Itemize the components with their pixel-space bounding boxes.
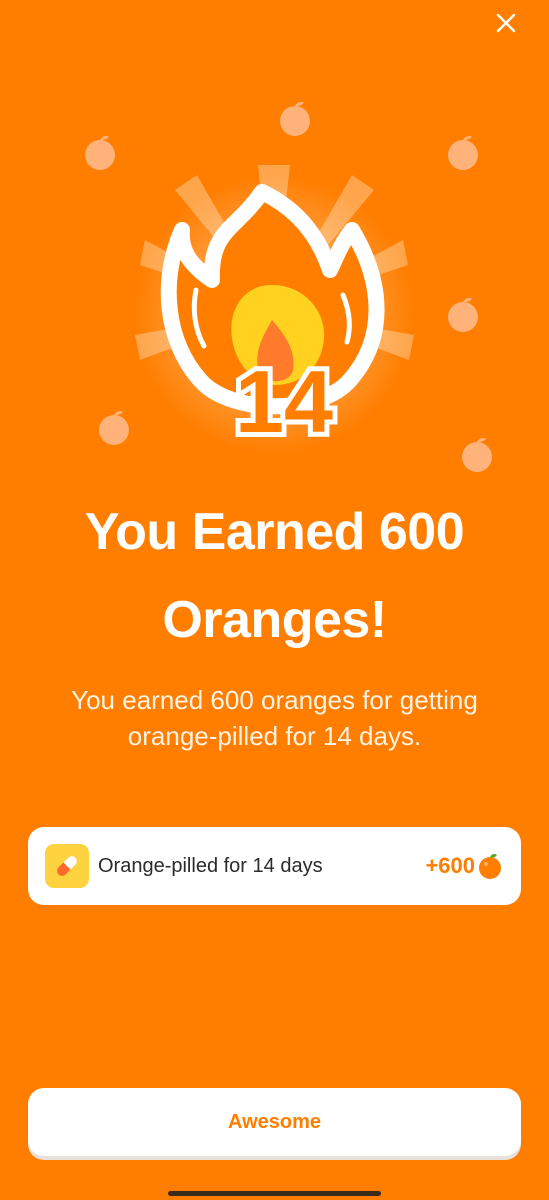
home-indicator <box>168 1191 381 1196</box>
flame-icon: 14 <box>134 165 414 456</box>
streak-number: 14 <box>235 352 333 451</box>
awesome-button[interactable]: Awesome <box>28 1088 521 1156</box>
close-icon <box>496 13 516 33</box>
reward-label: Orange-pilled for 14 days <box>98 854 323 877</box>
description: You earned 600 oranges for getting orang… <box>71 685 478 751</box>
reward-amount: +600 <box>425 853 475 878</box>
title-line-1: You Earned 600 <box>84 503 465 561</box>
title-line-2: Oranges! <box>162 591 387 649</box>
page-title: You Earned 600 Oranges! <box>0 488 549 664</box>
close-button[interactable] <box>491 8 521 38</box>
reward-card: Orange-pilled for 14 days +600 <box>28 827 521 905</box>
pill-icon-tile <box>45 844 89 888</box>
awesome-button-label: Awesome <box>227 1110 321 1133</box>
orange-emoji-icon <box>479 853 501 879</box>
pill-icon <box>57 856 77 876</box>
